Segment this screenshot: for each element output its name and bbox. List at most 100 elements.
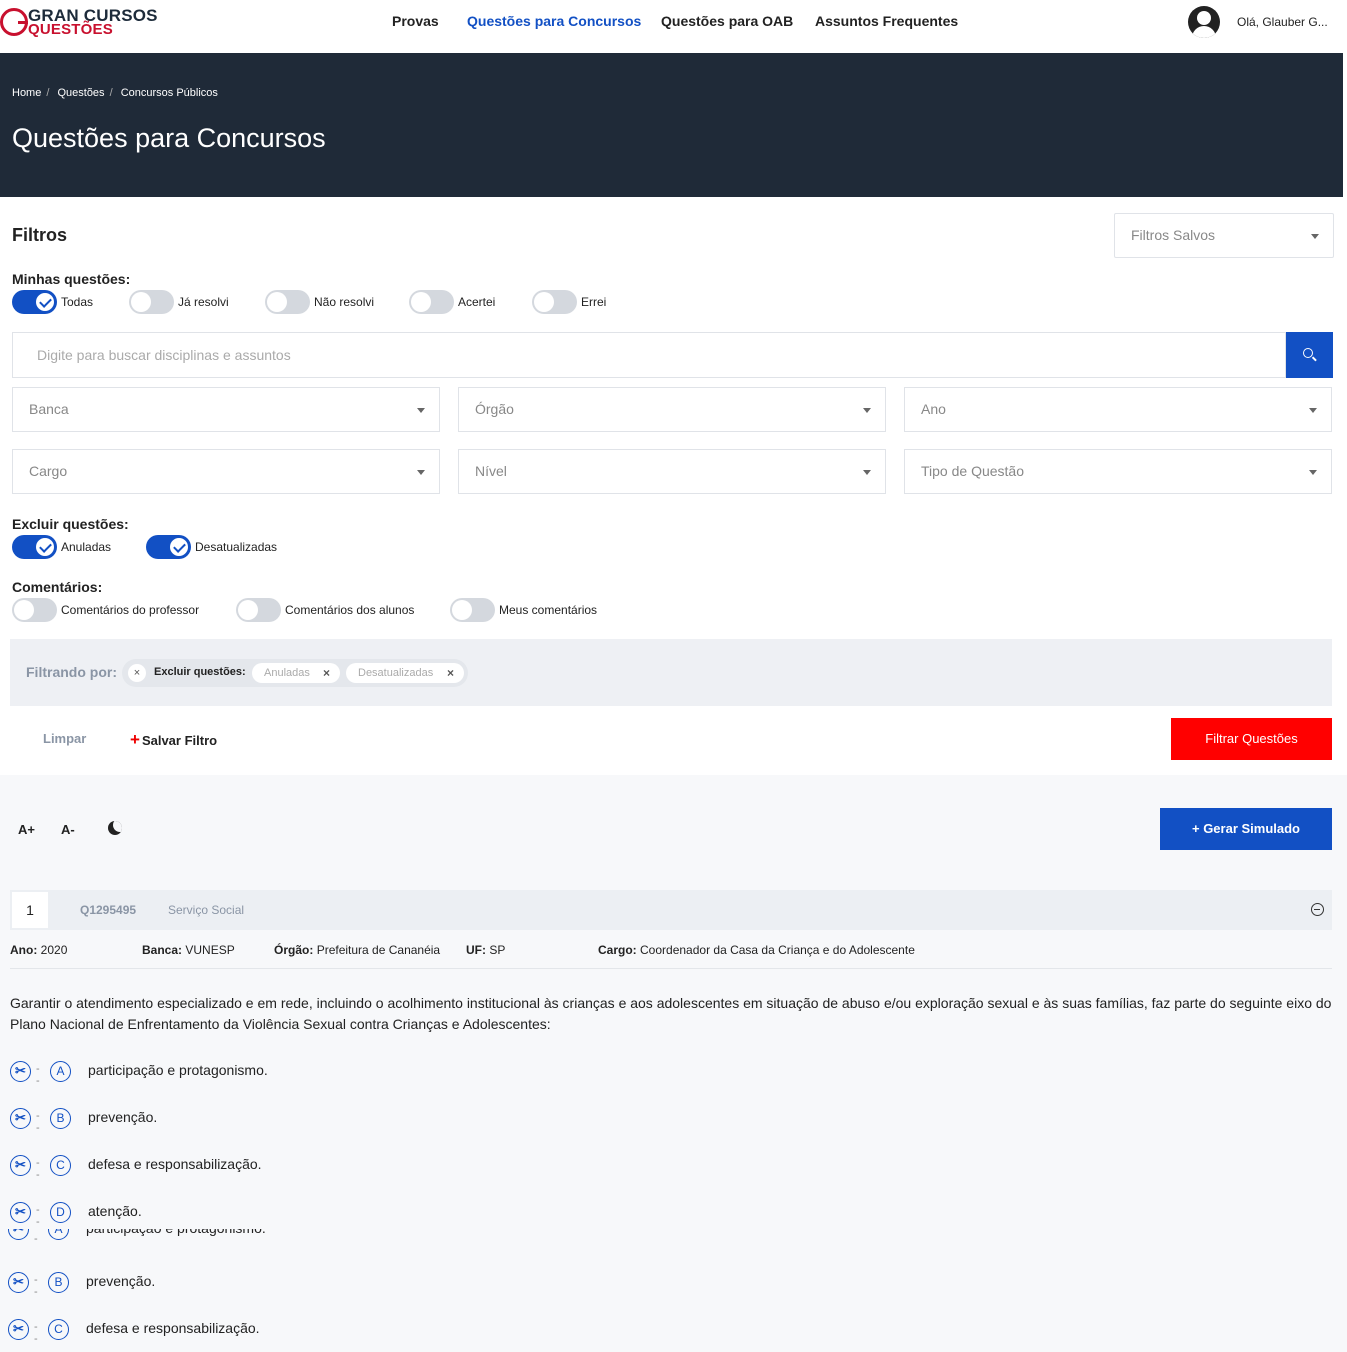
search-button[interactable] xyxy=(1286,332,1333,378)
alternative-a-duplicate-text: participação e protagonismo. xyxy=(86,1229,266,1236)
close-icon[interactable]: × xyxy=(128,664,146,682)
select-orgao[interactable]: Órgão xyxy=(458,387,886,432)
meta-cargo: Cargo: Coordenador da Casa da Criança e … xyxy=(598,943,915,957)
alternative-a-letter[interactable]: A xyxy=(50,1061,71,1082)
alternative-c-duplicate-letter[interactable]: C xyxy=(48,1319,69,1340)
page-title: Questões para Concursos xyxy=(12,123,326,153)
meta-ano-key: Ano: xyxy=(10,943,38,957)
meta-uf-key: UF: xyxy=(466,943,486,957)
user-greeting[interactable]: Olá, Glauber G... xyxy=(1237,15,1328,29)
filters-title: Filtros xyxy=(12,225,68,245)
chevron-down-icon xyxy=(417,470,425,475)
meta-ano: Ano: 2020 xyxy=(10,943,67,957)
toggle-ja-resolvi-label: Já resolvi xyxy=(178,295,229,309)
toggle-anuladas[interactable] xyxy=(12,535,57,559)
toggle-comentarios-alunos-label: Comentários dos alunos xyxy=(285,603,415,617)
font-increase-button[interactable]: A+ xyxy=(18,822,35,837)
collapse-minus-icon[interactable] xyxy=(1311,903,1324,916)
nav-questoes-concursos[interactable]: Questões para Concursos xyxy=(467,13,641,29)
saved-filters-select[interactable]: Filtros Salvos xyxy=(1114,213,1334,258)
filter-chip-anuladas[interactable]: Anuladas × xyxy=(252,663,340,683)
chevron-down-icon xyxy=(863,470,871,475)
scissors-icon[interactable]: ✂ xyxy=(10,1061,31,1082)
nav-assuntos-frequentes[interactable]: Assuntos Frequentes xyxy=(815,13,958,29)
breadcrumb-questoes[interactable]: Questões xyxy=(57,87,104,99)
breadcrumb-home[interactable]: Home xyxy=(12,87,41,99)
search-input[interactable]: Digite para buscar disciplinas e assunto… xyxy=(12,332,1286,378)
logo-g-icon xyxy=(0,8,28,36)
active-filters-bar: Filtrando por: × Excluir questões: Anula… xyxy=(10,639,1332,706)
meta-cargo-value: Coordenador da Casa da Criança e do Adol… xyxy=(640,943,915,957)
select-orgao-label: Órgão xyxy=(475,401,514,417)
meta-banca: Banca: VUNESP xyxy=(142,943,235,957)
scissors-icon[interactable]: ✂ xyxy=(10,1108,31,1129)
select-banca[interactable]: Banca xyxy=(12,387,440,432)
alternative-a-text: participação e protagonismo. xyxy=(88,1062,268,1078)
toggle-ja-resolvi[interactable] xyxy=(129,290,174,314)
dark-mode-moon-icon[interactable] xyxy=(108,821,122,835)
toggle-errei[interactable] xyxy=(532,290,577,314)
select-tipo-questao-label: Tipo de Questão xyxy=(921,463,1024,479)
toggle-comentarios-professor[interactable] xyxy=(12,598,57,622)
alternative-b-letter[interactable]: B xyxy=(50,1108,71,1129)
meta-cargo-key: Cargo: xyxy=(598,943,637,957)
question-subject: Serviço Social xyxy=(168,903,245,917)
questions-area: A+ A- + Gerar Simulado 1 Q1295495 Serviç… xyxy=(0,775,1347,1352)
saved-filters-label: Filtros Salvos xyxy=(1131,227,1216,243)
alternative-c-duplicate-text: defesa e responsabilização. xyxy=(86,1320,260,1336)
scissors-icon[interactable]: ✂ xyxy=(8,1319,29,1340)
filter-chip-desatualizadas[interactable]: Desatualizadas × xyxy=(346,663,464,683)
question-header: 1 Q1295495 Serviço Social xyxy=(10,890,1332,930)
toggle-todas-label: Todas xyxy=(61,295,94,309)
scissors-icon[interactable]: ✂ xyxy=(8,1229,29,1240)
chevron-down-icon xyxy=(863,408,871,413)
select-banca-label: Banca xyxy=(29,401,69,417)
toggle-comentarios-professor-label: Comentários do professor xyxy=(61,603,200,617)
generate-simulado-button[interactable]: + Gerar Simulado xyxy=(1160,808,1332,850)
brand-logo[interactable]: GRAN CURSOS QUESTÕES xyxy=(0,6,160,42)
select-tipo-questao[interactable]: Tipo de Questão xyxy=(904,449,1332,494)
toggle-desatualizadas[interactable] xyxy=(146,535,191,559)
save-filter-button[interactable]: + Salvar Filtro xyxy=(130,730,217,750)
meta-orgao: Órgão: Prefeitura de Cananéia xyxy=(274,943,440,957)
meta-banca-value: VUNESP xyxy=(185,943,235,957)
font-decrease-button[interactable]: A- xyxy=(61,822,75,837)
top-nav: GRAN CURSOS QUESTÕES Provas Questões par… xyxy=(0,0,1347,53)
close-icon[interactable]: × xyxy=(447,663,454,683)
toggle-errei-label: Errei xyxy=(581,295,607,309)
breadcrumb: Home / Questões / Concursos Públicos xyxy=(12,87,218,99)
select-cargo[interactable]: Cargo xyxy=(12,449,440,494)
filter-questions-button[interactable]: Filtrar Questões xyxy=(1171,718,1332,760)
toggle-todas[interactable] xyxy=(12,290,57,314)
toggle-meus-comentarios[interactable] xyxy=(450,598,495,622)
toggle-nao-resolvi[interactable] xyxy=(265,290,310,314)
filter-chip-anuladas-label: Anuladas xyxy=(264,667,310,679)
scissors-icon[interactable]: ✂ xyxy=(10,1202,31,1223)
toggle-acertei[interactable] xyxy=(409,290,454,314)
select-ano-label: Ano xyxy=(921,401,946,417)
select-nivel-label: Nível xyxy=(475,463,507,479)
scissors-icon[interactable]: ✂ xyxy=(10,1155,31,1176)
user-avatar-icon[interactable] xyxy=(1188,6,1220,38)
duplicate-render-region: ✂--Aparticipação e protagonismo. ✂--Bpre… xyxy=(0,1229,1347,1352)
select-ano[interactable]: Ano xyxy=(904,387,1332,432)
nav-questoes-oab[interactable]: Questões para OAB xyxy=(661,13,793,29)
alternative-c-letter[interactable]: C xyxy=(50,1155,71,1176)
toggle-acertei-label: Acertei xyxy=(458,295,496,309)
plus-icon: + xyxy=(130,730,140,749)
breadcrumb-current: Concursos Públicos xyxy=(120,87,218,99)
alternative-d-letter[interactable]: D xyxy=(50,1202,71,1223)
clear-filters-button[interactable]: Limpar xyxy=(43,731,86,746)
question-id[interactable]: Q1295495 xyxy=(80,903,136,917)
select-nivel[interactable]: Nível xyxy=(458,449,886,494)
filter-chip-desatualizadas-label: Desatualizadas xyxy=(358,667,434,679)
close-icon[interactable]: × xyxy=(323,663,330,683)
toggle-comentarios-alunos[interactable] xyxy=(236,598,281,622)
page-hero: Home / Questões / Concursos Públicos Quest… xyxy=(0,53,1343,197)
alternative-b-duplicate-letter[interactable]: B xyxy=(48,1272,69,1293)
toggle-meus-comentarios-label: Meus comentários xyxy=(499,603,598,617)
alternative-a-duplicate-letter[interactable]: A xyxy=(48,1229,69,1240)
nav-provas[interactable]: Provas xyxy=(392,13,439,29)
save-filter-label: Salvar Filtro xyxy=(141,733,218,748)
scissors-icon[interactable]: ✂ xyxy=(8,1272,29,1293)
